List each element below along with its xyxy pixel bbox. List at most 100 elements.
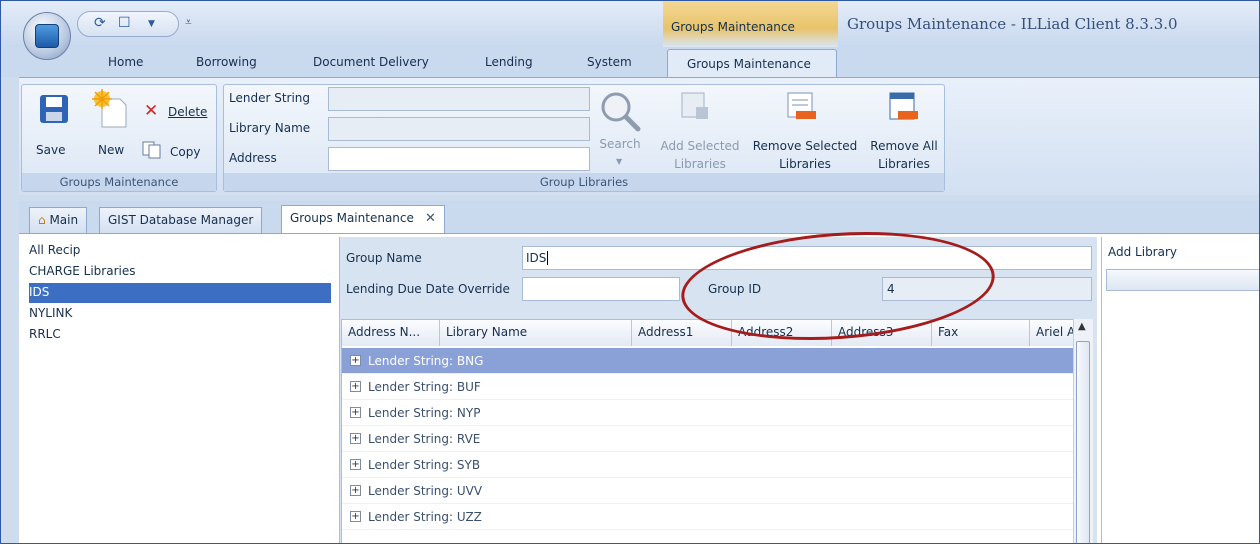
grid-scrollbar[interactable]: ▲	[1073, 319, 1093, 543]
column-header[interactable]: Address N...	[342, 320, 440, 346]
tab-groups-maintenance[interactable]: Groups Maintenance	[667, 49, 837, 79]
list-item[interactable]: NYLINK	[29, 304, 331, 324]
expand-icon[interactable]: +	[350, 485, 361, 496]
ribbon-group-group-libraries: Lender String Library Name Address Searc…	[223, 84, 945, 192]
expand-icon[interactable]: +	[350, 381, 361, 392]
expand-icon[interactable]: +	[350, 407, 361, 418]
library-name-input[interactable]	[328, 117, 590, 141]
tab-document-delivery[interactable]: Document Delivery	[313, 55, 429, 69]
tab-borrowing[interactable]: Borrowing	[196, 55, 257, 69]
column-header[interactable]: Address2	[732, 320, 832, 346]
remove-selected-libraries-button[interactable]: Remove Selected Libraries	[748, 137, 862, 173]
lender-string-input[interactable]	[328, 87, 590, 111]
remove-all-label-2: Libraries	[878, 157, 930, 171]
row-label: Lender String: BNG	[368, 354, 484, 368]
tab-lending[interactable]: Lending	[485, 55, 533, 69]
application-window: ⟳ ☐ ▼ ⩡ Groups Maintenance Groups Mainte…	[0, 0, 1260, 544]
list-item-selected[interactable]: IDS	[29, 283, 331, 303]
scrollbar-thumb[interactable]	[1076, 341, 1090, 543]
doc-tab-groups-label: Groups Maintenance	[290, 211, 414, 225]
column-header[interactable]: Ariel A	[1030, 320, 1074, 346]
dropdown-arrow-icon[interactable]: ▼	[148, 19, 155, 29]
tab-groups-maintenance-label: Groups Maintenance	[687, 57, 811, 71]
save-icon	[40, 95, 68, 123]
search-button[interactable]: Search	[598, 137, 642, 151]
expand-icon[interactable]: +	[350, 355, 361, 366]
customize-qat-icon[interactable]: ⩡	[185, 15, 192, 30]
row-label: Lender String: BUF	[368, 380, 481, 394]
column-header[interactable]: Fax	[932, 320, 1030, 346]
column-header[interactable]: Library Name	[440, 320, 632, 346]
app-logo-icon	[35, 24, 59, 48]
column-header[interactable]: Address3	[832, 320, 932, 346]
expand-icon[interactable]: +	[350, 459, 361, 470]
group-name-input[interactable]: IDS	[522, 246, 1092, 270]
expand-icon[interactable]: +	[350, 433, 361, 444]
doc-tab-groups-maintenance[interactable]: Groups Maintenance ✕	[281, 205, 445, 233]
add-library-panel: Add Library	[1101, 237, 1259, 543]
quick-access-toolbar[interactable]: ⟳ ☐ ▼	[77, 11, 179, 37]
row-label: Lender String: UZZ	[368, 510, 482, 524]
table-row[interactable]: + Lender String: BUF	[342, 374, 1074, 400]
copy-button[interactable]: Copy	[170, 145, 200, 159]
row-label: Lender String: NYP	[368, 406, 481, 420]
doc-tab-main[interactable]: ⌂ Main	[29, 207, 88, 233]
text-cursor	[547, 251, 549, 265]
table-row[interactable]: + Lender String: SYB	[342, 452, 1074, 478]
list-item[interactable]: RRLC	[29, 325, 331, 345]
table-row[interactable]: + Lender String: NYP	[342, 400, 1074, 426]
new-icon	[92, 89, 127, 128]
group-id-label: Group ID	[708, 282, 762, 296]
window-title: Groups Maintenance - ILLiad Client 8.3.3…	[847, 15, 1178, 33]
remove-selected-label-2: Libraries	[779, 157, 831, 171]
tab-system[interactable]: System	[587, 55, 632, 69]
table-row[interactable]: + Lender String: UVV	[342, 478, 1074, 504]
ribbon-tab-row: Home Borrowing Document Delivery Lending…	[1, 47, 1259, 77]
expand-icon[interactable]: +	[350, 511, 361, 522]
row-label: Lender String: SYB	[368, 458, 481, 472]
group-id-field: 4	[882, 277, 1092, 301]
delete-icon: ✕	[144, 101, 159, 121]
tab-home[interactable]: Home	[108, 55, 143, 69]
close-icon[interactable]: ✕	[425, 211, 436, 226]
doc-tab-gist-database-manager[interactable]: GIST Database Manager	[99, 207, 263, 233]
ribbon-group-caption: Groups Maintenance	[22, 173, 216, 191]
libraries-grid: Address N... Library Name Address1 Addre…	[341, 319, 1093, 543]
list-item[interactable]: All Recip	[29, 241, 331, 261]
context-tab-title: Groups Maintenance	[671, 20, 795, 34]
remove-all-libraries-button[interactable]: Remove All Libraries	[866, 137, 942, 173]
ribbon: Save New ✕ Delete Copy Groups Maintenanc…	[19, 77, 1259, 195]
doc-tab-main-label: Main	[49, 213, 79, 227]
remove-library-icon	[787, 92, 816, 119]
ribbon-group-caption: Group Libraries	[224, 173, 944, 191]
application-button[interactable]	[23, 12, 71, 60]
title-bar: ⟳ ☐ ▼ ⩡ Groups Maintenance Groups Mainte…	[1, 1, 1259, 47]
group-name-label: Group Name	[346, 251, 422, 265]
address-input[interactable]	[328, 147, 590, 171]
refresh-icon[interactable]: ⟳	[94, 15, 106, 31]
table-row[interactable]: + Lender String: BNG	[342, 348, 1074, 374]
save-button[interactable]: Save	[36, 143, 65, 157]
lender-string-label: Lender String	[229, 91, 311, 105]
table-row[interactable]: + Lender String: UZZ	[342, 504, 1074, 530]
scroll-up-icon[interactable]: ▲	[1078, 321, 1086, 332]
new-button[interactable]: New	[98, 143, 124, 157]
column-header[interactable]: Address1	[632, 320, 732, 346]
due-date-input[interactable]	[522, 277, 680, 301]
add-selected-label-1: Add Selected	[660, 139, 740, 153]
new-document-icon[interactable]: ☐	[118, 15, 131, 31]
add-library-icon	[681, 92, 708, 119]
list-item[interactable]: CHARGE Libraries	[29, 262, 331, 282]
remove-all-label-1: Remove All	[870, 139, 938, 153]
library-name-label: Library Name	[229, 121, 311, 135]
due-date-label: Lending Due Date Override	[346, 282, 510, 296]
add-selected-label-2: Libraries	[674, 157, 726, 171]
delete-button[interactable]: Delete	[168, 105, 207, 119]
row-label: Lender String: UVV	[368, 484, 483, 498]
remove-all-icon	[889, 92, 918, 120]
add-selected-libraries-button[interactable]: Add Selected Libraries	[656, 137, 744, 173]
add-library-search-field[interactable]	[1106, 269, 1259, 291]
search-dropdown-icon[interactable]: ▼	[616, 157, 622, 166]
address-label: Address	[229, 151, 277, 165]
table-row[interactable]: + Lender String: RVE	[342, 426, 1074, 452]
